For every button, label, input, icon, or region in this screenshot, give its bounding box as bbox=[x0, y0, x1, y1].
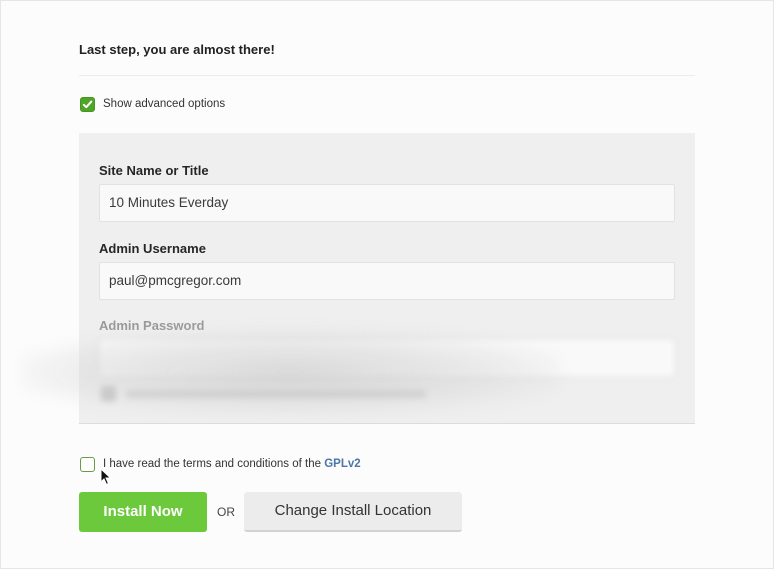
page-title: Last step, you are almost there! bbox=[79, 42, 275, 57]
admin-password-input[interactable] bbox=[99, 339, 675, 377]
terms-text: I have read the terms and conditions of … bbox=[103, 458, 321, 470]
checkbox-unchecked-icon[interactable] bbox=[80, 456, 95, 472]
change-install-location-button[interactable]: Change Install Location bbox=[244, 492, 462, 532]
checkbox-checked-icon bbox=[101, 386, 116, 401]
gplv2-link[interactable]: GPLv2 bbox=[324, 458, 360, 470]
advanced-options-panel: Site Name or Title 10 Minutes Everday Ad… bbox=[79, 133, 695, 424]
terms-label: I have read the terms and conditions of … bbox=[103, 458, 361, 470]
divider bbox=[79, 75, 695, 76]
show-advanced-options-toggle[interactable]: Show advanced options bbox=[80, 95, 225, 113]
obscured-text bbox=[126, 389, 426, 398]
or-separator: OR bbox=[217, 505, 235, 519]
show-advanced-options-label: Show advanced options bbox=[103, 98, 226, 110]
site-name-input[interactable]: 10 Minutes Everday bbox=[99, 184, 675, 222]
install-now-button[interactable]: Install Now bbox=[79, 492, 207, 532]
site-name-label: Site Name or Title bbox=[99, 163, 209, 178]
admin-password-label: Admin Password bbox=[99, 318, 205, 333]
mouse-cursor-icon bbox=[100, 467, 112, 491]
terms-agreement-toggle[interactable]: I have read the terms and conditions of … bbox=[80, 455, 361, 473]
admin-username-label: Admin Username bbox=[99, 241, 206, 256]
admin-username-input[interactable]: paul@pmcgregor.com bbox=[99, 262, 675, 300]
blurred-option-row bbox=[101, 386, 426, 401]
checkbox-checked-icon[interactable] bbox=[80, 96, 95, 112]
